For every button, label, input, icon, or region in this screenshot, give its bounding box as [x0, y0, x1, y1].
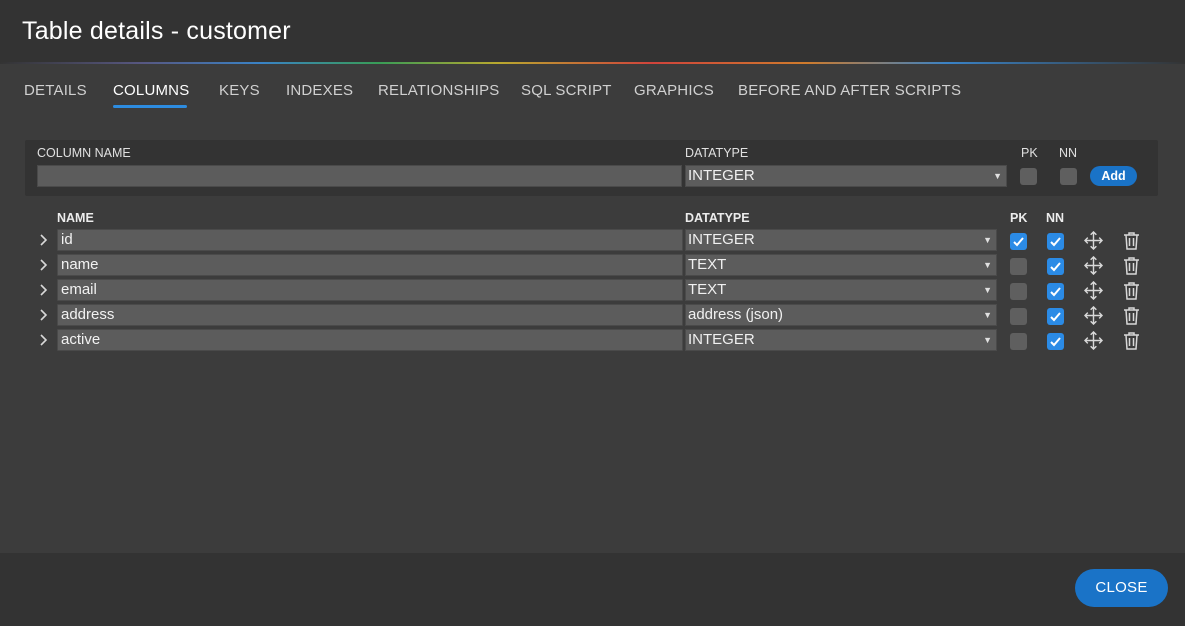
datatype-label: DATATYPE	[685, 146, 749, 160]
column-name-value: address	[61, 306, 115, 323]
pk-checkbox[interactable]	[1010, 258, 1027, 275]
tab-relationships[interactable]: RELATIONSHIPS	[378, 82, 500, 99]
column-name-input[interactable]	[37, 165, 682, 187]
column-name-field[interactable]: name	[57, 254, 683, 276]
tab-before-after-scripts[interactable]: BEFORE AND AFTER SCRIPTS	[738, 82, 961, 99]
column-name-value: id	[61, 231, 73, 248]
add-column-button[interactable]: Add	[1090, 166, 1137, 186]
tab-indexes[interactable]: INDEXES	[286, 82, 353, 99]
dialog-footer	[0, 553, 1185, 626]
trash-icon[interactable]	[1123, 231, 1140, 250]
caret-down-icon: ▼	[983, 235, 992, 245]
column-datatype-select[interactable]: TEXT ▼	[685, 254, 997, 276]
trash-icon[interactable]	[1123, 281, 1140, 300]
pk-checkbox[interactable]	[1010, 283, 1027, 300]
dialog-title: Table details - customer	[22, 17, 291, 45]
trash-icon[interactable]	[1123, 306, 1140, 325]
dialog-header: Table details - customer	[0, 0, 1185, 63]
pk-checkbox[interactable]	[1010, 308, 1027, 325]
column-datatype-value: INTEGER	[688, 331, 755, 348]
nn-checkbox[interactable]	[1047, 258, 1064, 275]
nn-header: NN	[1046, 211, 1065, 225]
nn-checkbox[interactable]	[1047, 308, 1064, 325]
pk-header: PK	[1010, 211, 1028, 225]
new-column-nn-checkbox[interactable]	[1060, 168, 1077, 185]
close-button[interactable]: CLOSE	[1075, 569, 1168, 607]
move-icon[interactable]	[1084, 281, 1103, 300]
chevron-right-icon[interactable]	[38, 333, 50, 347]
datatype-header: DATATYPE	[685, 211, 750, 225]
caret-down-icon: ▼	[983, 285, 992, 295]
trash-icon[interactable]	[1123, 256, 1140, 275]
chevron-right-icon[interactable]	[38, 308, 50, 322]
column-datatype-value: TEXT	[688, 281, 727, 298]
move-icon[interactable]	[1084, 306, 1103, 325]
column-name-value: email	[61, 281, 97, 298]
column-name-value: active	[61, 331, 101, 348]
column-datatype-select[interactable]: address (json) ▼	[685, 304, 997, 326]
column-name-field[interactable]: address	[57, 304, 683, 326]
caret-down-icon: ▼	[993, 171, 1002, 181]
column-datatype-select[interactable]: INTEGER ▼	[685, 329, 997, 351]
nn-checkbox[interactable]	[1047, 233, 1064, 250]
pk-checkbox[interactable]	[1010, 333, 1027, 350]
column-name-field[interactable]: email	[57, 279, 683, 301]
tab-keys[interactable]: KEYS	[219, 82, 260, 99]
column-datatype-select[interactable]: INTEGER ▼	[685, 229, 997, 251]
column-name-field[interactable]: active	[57, 329, 683, 351]
tab-graphics[interactable]: GRAPHICS	[634, 82, 714, 99]
nn-label: NN	[1059, 146, 1078, 160]
trash-icon[interactable]	[1123, 331, 1140, 350]
move-icon[interactable]	[1084, 331, 1103, 350]
move-icon[interactable]	[1084, 231, 1103, 250]
pk-label: PK	[1021, 146, 1038, 160]
new-column-datatype-value: INTEGER	[688, 167, 755, 184]
chevron-right-icon[interactable]	[38, 258, 50, 272]
caret-down-icon: ▼	[983, 260, 992, 270]
pk-checkbox[interactable]	[1010, 233, 1027, 250]
nn-checkbox[interactable]	[1047, 333, 1064, 350]
column-datatype-select[interactable]: TEXT ▼	[685, 279, 997, 301]
tab-sql-script[interactable]: SQL SCRIPT	[521, 82, 612, 99]
tab-columns[interactable]: COLUMNS	[113, 82, 189, 99]
column-name-value: name	[61, 256, 99, 273]
column-datatype-value: INTEGER	[688, 231, 755, 248]
new-column-pk-checkbox[interactable]	[1020, 168, 1037, 185]
name-header: NAME	[57, 211, 94, 225]
active-tab-indicator	[113, 105, 187, 108]
new-column-datatype-select[interactable]: INTEGER ▼	[685, 165, 1007, 187]
chevron-right-icon[interactable]	[38, 233, 50, 247]
tab-bar: DETAILS COLUMNS KEYS INDEXES RELATIONSHI…	[0, 64, 1185, 114]
column-datatype-value: address (json)	[688, 306, 784, 323]
column-name-label: COLUMN NAME	[37, 146, 131, 160]
column-datatype-value: TEXT	[688, 256, 727, 273]
nn-checkbox[interactable]	[1047, 283, 1064, 300]
caret-down-icon: ▼	[983, 335, 992, 345]
column-name-field[interactable]: id	[57, 229, 683, 251]
caret-down-icon: ▼	[983, 310, 992, 320]
chevron-right-icon[interactable]	[38, 283, 50, 297]
tab-details[interactable]: DETAILS	[24, 82, 87, 99]
move-icon[interactable]	[1084, 256, 1103, 275]
